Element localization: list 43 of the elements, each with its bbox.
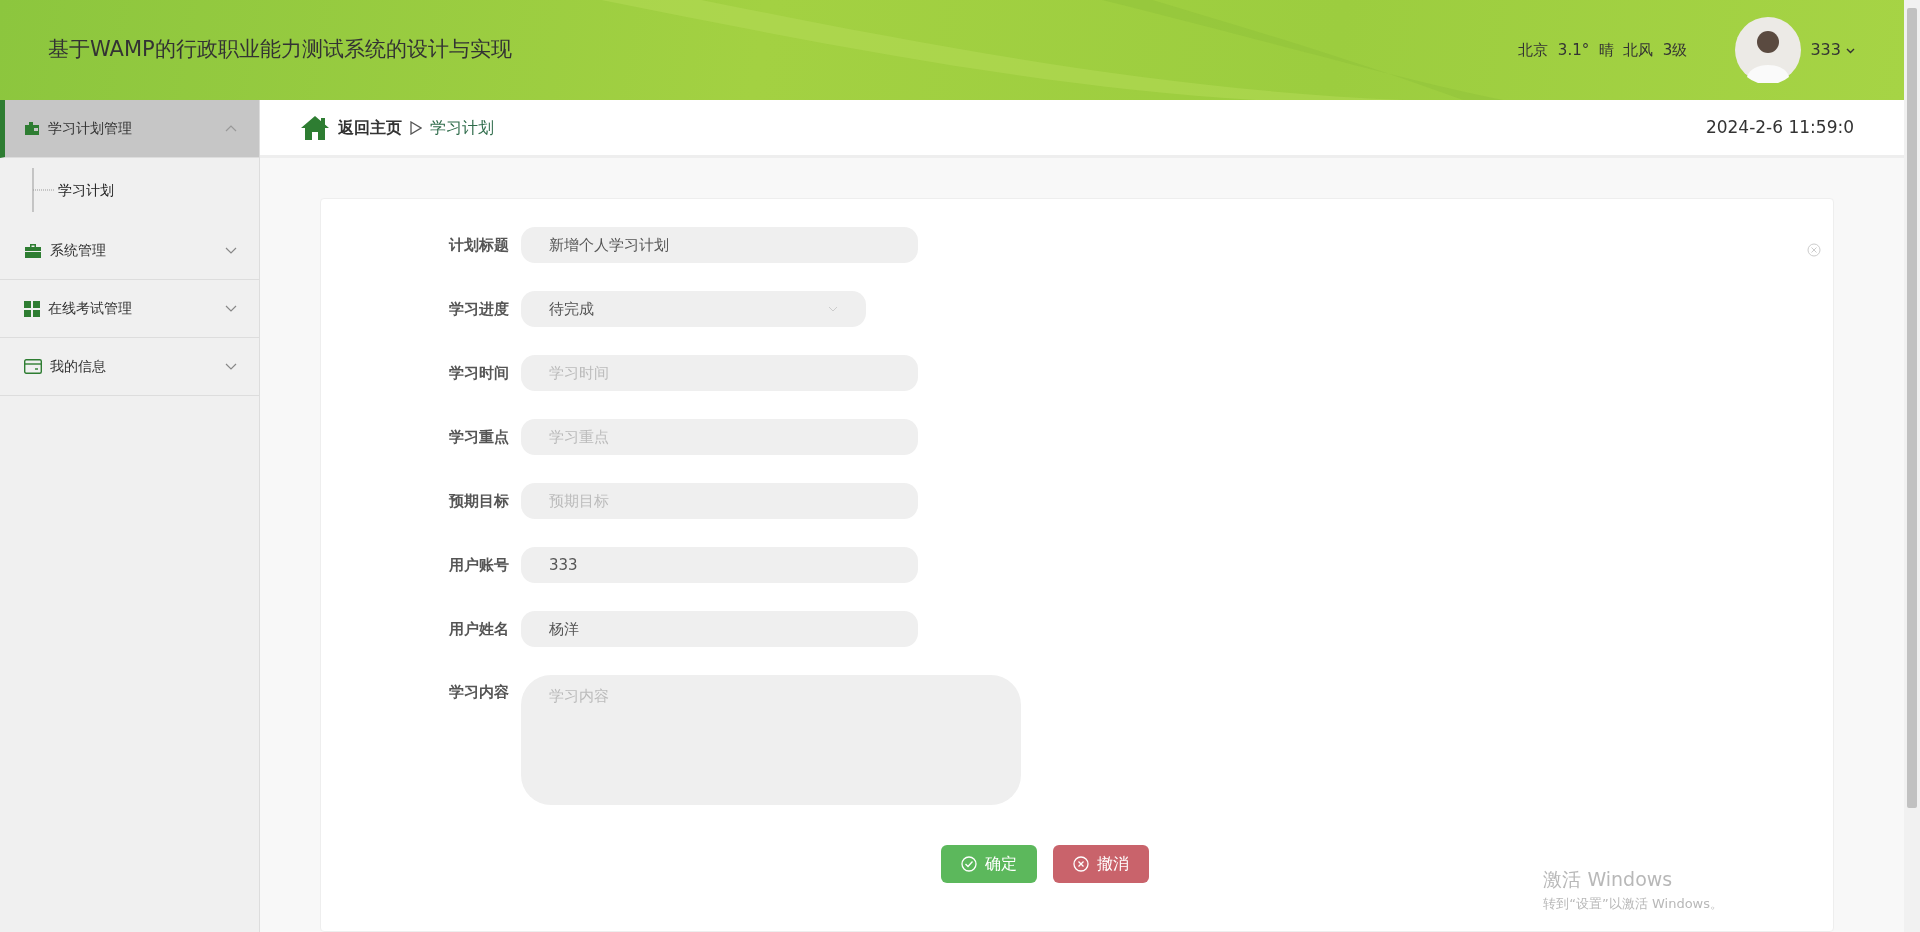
chevron-icon — [225, 305, 237, 312]
field-label: 计划标题 — [447, 234, 510, 256]
sidebar-item[interactable]: 系统管理 — [0, 222, 259, 280]
caret-icon — [1846, 47, 1855, 54]
sidebar-item[interactable]: 我的信息 — [0, 338, 259, 396]
input-field[interactable]: 333 — [521, 547, 918, 583]
input-field[interactable]: 新增个人学习计划 — [521, 227, 918, 263]
check-icon — [961, 856, 977, 872]
briefcase-icon — [24, 243, 42, 258]
weather-text: 北京 3.1° 晴 北风 3级 — [1518, 39, 1688, 61]
sidebar-subitem[interactable]: 学习计划 — [58, 179, 114, 201]
activation-text: 转到“设置”以激活 Windows。 — [1543, 894, 1723, 913]
wallet-icon — [24, 121, 40, 136]
cancel-button[interactable]: 撤消 — [1053, 845, 1149, 883]
card-icon — [24, 359, 42, 374]
grid-icon — [24, 300, 40, 317]
app-title: 基于WAMP的行政职业能力测试系统的设计与实现 — [48, 36, 512, 64]
chevron-icon — [225, 247, 237, 254]
close-icon — [1073, 856, 1089, 872]
scrollbar[interactable] — [1904, 0, 1920, 932]
select-field[interactable]: 待完成 — [521, 291, 866, 327]
activation-title: 激活 Windows — [1543, 867, 1674, 892]
field-label: 学习重点 — [448, 426, 510, 448]
sidebar-item[interactable]: 学习计划管理 — [0, 100, 259, 158]
field-label: 学习进度 — [448, 298, 510, 320]
chevron-icon — [225, 125, 237, 132]
datetime: 2024-2-6 11:59:0 — [1705, 115, 1854, 139]
field-label: 用户账号 — [448, 554, 510, 576]
avatar[interactable] — [1735, 17, 1802, 83]
chevron-icon — [225, 363, 237, 370]
home-icon[interactable] — [300, 114, 330, 141]
sidebar-item[interactable]: 在线考试管理 — [0, 280, 259, 338]
user-menu[interactable]: 333 — [1809, 37, 1856, 63]
home-link[interactable]: 返回主页 — [338, 115, 402, 140]
current-page: 学习计划 — [430, 116, 494, 139]
tree-line — [32, 168, 54, 212]
field-label: 学习内容 — [448, 682, 510, 703]
separator-icon — [410, 120, 422, 135]
input-field[interactable]: 杨洋 — [521, 611, 918, 647]
field-label: 预期目标 — [448, 490, 510, 512]
caret-icon — [828, 306, 838, 312]
field-label: 学习时间 — [448, 362, 510, 384]
field-label: 用户姓名 — [448, 618, 510, 640]
